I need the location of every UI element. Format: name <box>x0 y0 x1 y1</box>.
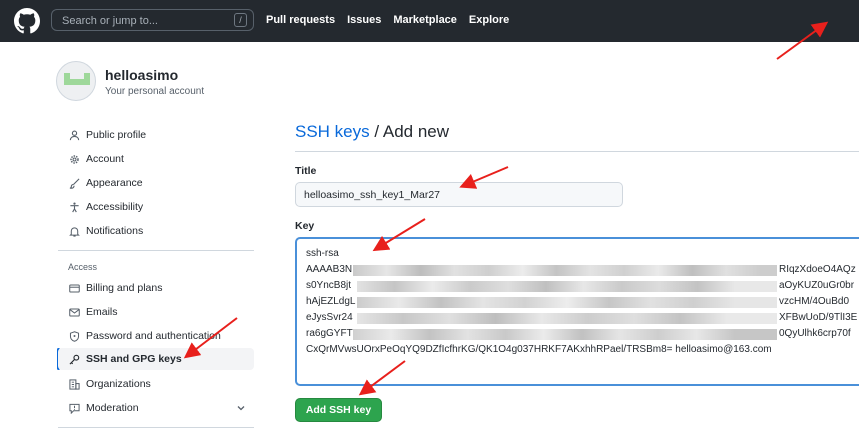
sidebar-item-public-profile[interactable]: Public profile <box>58 124 254 146</box>
key-line: CxQrMVwsUOrxPeOqYQ9DZfIcfhrKG/QK1O4g037H… <box>306 344 772 355</box>
redacted-key-block <box>357 297 777 308</box>
key-line-end: XFBwUoD/9TlI3E <box>779 312 858 323</box>
key-icon <box>68 353 80 365</box>
key-line: AAAAB3N <box>306 264 353 275</box>
nav-marketplace[interactable]: Marketplace <box>393 14 457 26</box>
search-box[interactable]: / <box>51 9 254 31</box>
key-field-label: Key <box>295 220 315 232</box>
key-line-end: 0QyUlhk6crp70f <box>779 328 851 339</box>
add-ssh-key-button[interactable]: Add SSH key <box>295 398 382 422</box>
mail-icon <box>68 306 80 318</box>
gear-icon <box>68 153 80 165</box>
account-subtitle: Your personal account <box>105 86 205 97</box>
nav-pull-requests[interactable]: Pull requests <box>266 14 335 26</box>
search-input[interactable] <box>62 14 222 28</box>
breadcrumb-current: Add new <box>382 122 450 141</box>
redacted-key-block <box>357 281 777 292</box>
key-line: eJysSvr24 <box>306 312 353 323</box>
shield-lock-icon <box>68 330 80 342</box>
sidebar-item-account[interactable]: Account <box>58 148 254 170</box>
key-line: ssh-rsa <box>306 248 339 259</box>
paintbrush-icon <box>68 177 80 189</box>
key-line: s0YncB8jt <box>306 280 352 291</box>
github-logo-icon[interactable] <box>14 8 40 34</box>
redacted-key-block <box>353 329 777 340</box>
sidebar-divider-bottom <box>58 427 254 428</box>
sidebar-item-password[interactable]: Password and authentication <box>58 325 254 347</box>
title-field-label: Title <box>295 165 317 177</box>
sidebar-item-label: Billing and plans <box>86 282 163 294</box>
bell-icon <box>68 225 80 237</box>
key-line: ra6gGYFT <box>306 328 353 339</box>
search-shortcut-key: / <box>234 13 247 27</box>
key-line-end: vzcHM/4OuBd0 <box>779 296 850 307</box>
breadcrumb-ssh-keys-link[interactable]: SSH keys <box>295 122 370 141</box>
accessibility-icon <box>68 201 80 213</box>
page-title: SSH keys / Add new <box>295 122 449 142</box>
chevron-down-icon[interactable] <box>236 403 246 413</box>
title-input-value: helloasimo_ssh_key1_Mar27 <box>304 188 440 201</box>
redacted-key-block <box>353 265 777 276</box>
key-line-end: RIqzXdoeO4AQz <box>779 264 856 275</box>
nav-issues[interactable]: Issues <box>347 14 381 26</box>
key-line-end: aOyKUZ0uGr0br <box>779 280 855 291</box>
sidebar-item-accessibility[interactable]: Accessibility <box>58 196 254 218</box>
top-header: / Pull requests Issues Marketplace Explo… <box>0 0 859 42</box>
sidebar-item-ssh-gpg-keys[interactable]: SSH and GPG keys <box>58 348 254 370</box>
sidebar-item-label: Appearance <box>86 177 143 189</box>
sidebar-item-label: Public profile <box>86 129 147 141</box>
report-icon <box>68 402 80 414</box>
credit-card-icon <box>68 282 80 294</box>
sidebar-item-label: Account <box>86 153 124 165</box>
sidebar-group-access: Access <box>68 262 98 272</box>
sidebar-item-moderation[interactable]: Moderation <box>58 397 254 419</box>
sidebar-item-billing[interactable]: Billing and plans <box>58 277 254 299</box>
person-icon <box>68 129 80 141</box>
sidebar-item-emails[interactable]: Emails <box>58 301 254 323</box>
key-textarea[interactable]: ssh-rsa AAAAB3N s0YncB8jt hAjEZLdgL eJys… <box>295 237 859 386</box>
sidebar-item-notifications[interactable]: Notifications <box>58 220 254 242</box>
key-line: hAjEZLdgL <box>306 296 356 307</box>
top-nav: Pull requests Issues Marketplace Explore <box>266 14 521 26</box>
title-divider <box>295 151 859 152</box>
sidebar-item-label: Accessibility <box>86 201 144 213</box>
organization-icon <box>68 378 80 390</box>
title-input[interactable]: helloasimo_ssh_key1_Mar27 <box>295 182 623 207</box>
avatar[interactable] <box>56 61 96 101</box>
sidebar-item-organizations[interactable]: Organizations <box>58 373 254 395</box>
nav-explore[interactable]: Explore <box>469 14 509 26</box>
breadcrumb-separator: / <box>369 122 383 141</box>
sidebar-item-label: Organizations <box>86 378 151 390</box>
sidebar-item-label: SSH and GPG keys <box>86 353 182 365</box>
redacted-key-block <box>357 313 777 324</box>
sidebar-item-label: Moderation <box>86 402 139 414</box>
sidebar-item-label: Emails <box>86 306 118 318</box>
sidebar-divider <box>58 250 254 251</box>
account-name[interactable]: helloasimo <box>105 67 178 83</box>
sidebar-item-appearance[interactable]: Appearance <box>58 172 254 194</box>
sidebar-item-label: Password and authentication <box>86 330 221 342</box>
sidebar-item-label: Notifications <box>86 225 144 237</box>
